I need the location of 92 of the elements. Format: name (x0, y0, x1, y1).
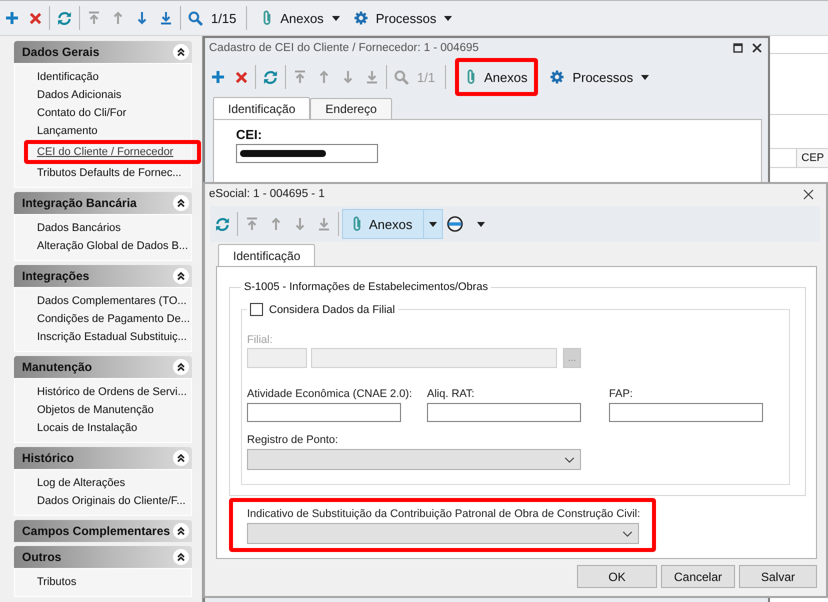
close-icon[interactable] (752, 42, 762, 52)
sidebar-link[interactable]: Tributos (15, 573, 191, 591)
field-label: Indicativo de Substituição da Contribuição Patronal de Obra de Construção Civil: (247, 507, 640, 521)
delete-icon[interactable] (29, 12, 42, 24)
refresh-icon[interactable] (263, 70, 278, 84)
close-icon[interactable] (803, 188, 814, 200)
dialog-button[interactable]: Salvar (739, 565, 817, 588)
delete-icon[interactable] (235, 70, 248, 84)
sidebar-link[interactable]: Dados Adicionais (15, 86, 191, 104)
collapse-icon[interactable] (173, 195, 189, 211)
section-header[interactable]: Outros (14, 546, 192, 568)
section-header[interactable]: Manutenção (14, 356, 192, 378)
gear-icon (354, 11, 368, 25)
section-title: Dados Gerais (22, 45, 100, 59)
paperclip-icon (466, 69, 476, 85)
sidebar-link[interactable]: Tributos Defaults de Fornec... (15, 164, 191, 182)
section-header[interactable]: Dados Gerais (14, 41, 192, 63)
section-header[interactable]: Integrações (14, 265, 192, 287)
checkbox-label: Considera Dados da Filial (269, 304, 395, 316)
field-label: Filial: (247, 333, 274, 347)
move-down-icon[interactable] (135, 11, 149, 25)
dropdown-field[interactable] (247, 523, 639, 544)
sidebar-link[interactable]: Objetos de Manutenção (15, 401, 191, 419)
record-counter: 1/15 (211, 10, 236, 26)
menu-button[interactable]: Processos (348, 6, 458, 30)
section-title: Outros (22, 550, 62, 564)
sidebar-link[interactable]: Contato do Cli/For (15, 104, 191, 122)
field-label: Registro de Ponto: (247, 433, 340, 447)
sidebar-link[interactable]: Histórico de Ordens de Servi... (15, 383, 191, 401)
collapse-icon[interactable] (173, 523, 189, 539)
paperclip-icon (352, 216, 362, 232)
sidebar-link[interactable]: Identificação (15, 68, 191, 86)
add-icon[interactable] (5, 11, 19, 25)
field-label: Atividade Econômica (CNAE 2.0): (247, 387, 414, 401)
sidebar-link[interactable]: Dados Originais do Cliente/F... (15, 492, 191, 510)
section-title: Integrações (22, 269, 90, 283)
section-title: Integração Bancária (22, 196, 138, 210)
record-counter: 1/1 (417, 70, 436, 84)
section-header[interactable]: Campos Complementares (14, 520, 192, 542)
tab[interactable]: Identificação (213, 97, 310, 119)
paperclip-icon (262, 10, 272, 26)
menu-button[interactable]: Anexos (256, 5, 346, 31)
window-title: Cadastro de CEI do Cliente / Fornecedor: 1 - 004695 (209, 42, 480, 54)
collapse-icon[interactable] (173, 268, 189, 284)
column-header: CEP (796, 149, 828, 167)
chevron-down-icon (622, 530, 633, 536)
sidebar-link[interactable]: Condições de Pagamento De... (15, 310, 191, 328)
dropdown-field[interactable] (247, 449, 581, 470)
collapse-icon[interactable] (173, 450, 189, 466)
text-field[interactable] (427, 403, 581, 422)
refresh-icon[interactable] (57, 10, 72, 26)
section-header[interactable]: Integração Bancária (14, 192, 192, 214)
field-label: FAP: (609, 387, 634, 401)
sidebar-link[interactable]: CEI do Cliente / Fornecedor (28, 144, 197, 160)
sidebar-link[interactable]: Dados Bancários (15, 219, 191, 237)
window-title: eSocial: 1 - 004695 - 1 (209, 188, 326, 200)
checkbox[interactable] (250, 303, 263, 316)
dialog-button[interactable]: Cancelar (661, 565, 735, 588)
dialog-button[interactable]: OK (577, 565, 657, 588)
menu-button[interactable]: Anexos (342, 209, 444, 239)
field-label: Aliq. RAT: (427, 387, 476, 401)
collapse-icon[interactable] (173, 549, 189, 565)
sidebar-link[interactable]: Lançamento (15, 122, 191, 140)
text-field[interactable] (236, 144, 378, 163)
group-legend: S-1005 - Informações de Estabelecimentos/Obras (241, 281, 491, 293)
sidebar-link[interactable]: Log de Alterações (15, 474, 191, 492)
tab[interactable]: Endereço (310, 98, 392, 119)
sidebar-link[interactable]: Locais de Instalação (15, 419, 191, 437)
caret-icon (477, 222, 486, 226)
search-icon[interactable] (188, 10, 203, 26)
add-icon[interactable] (211, 70, 225, 84)
tab[interactable]: Identificação (218, 244, 316, 266)
chevron-down-icon (564, 456, 575, 462)
collapse-icon[interactable] (173, 359, 189, 375)
menu-button[interactable]: Anexos (459, 62, 534, 92)
collapse-icon[interactable] (173, 44, 189, 60)
section-header[interactable]: Histórico (14, 447, 192, 469)
menu-button[interactable]: Processos (544, 64, 656, 90)
sidebar-link[interactable]: Inscrição Estadual Substituiç... (15, 328, 191, 346)
refresh-icon[interactable] (215, 216, 230, 232)
gear-icon (550, 70, 564, 84)
section-title: Campos Complementares (22, 524, 172, 538)
sidebar-link[interactable]: Dados Complementares (TO... (15, 292, 191, 310)
maximize-icon[interactable] (733, 42, 743, 52)
text-field[interactable] (247, 403, 401, 422)
move-last-icon[interactable] (159, 11, 173, 25)
field-label: CEI: (236, 127, 263, 143)
striped-circle-icon (447, 216, 464, 232)
sidebar-link[interactable]: Alteração Global de Dados B... (15, 237, 191, 255)
section-title: Histórico (22, 451, 76, 465)
section-title: Manutenção (22, 360, 94, 374)
text-field[interactable] (609, 403, 763, 422)
